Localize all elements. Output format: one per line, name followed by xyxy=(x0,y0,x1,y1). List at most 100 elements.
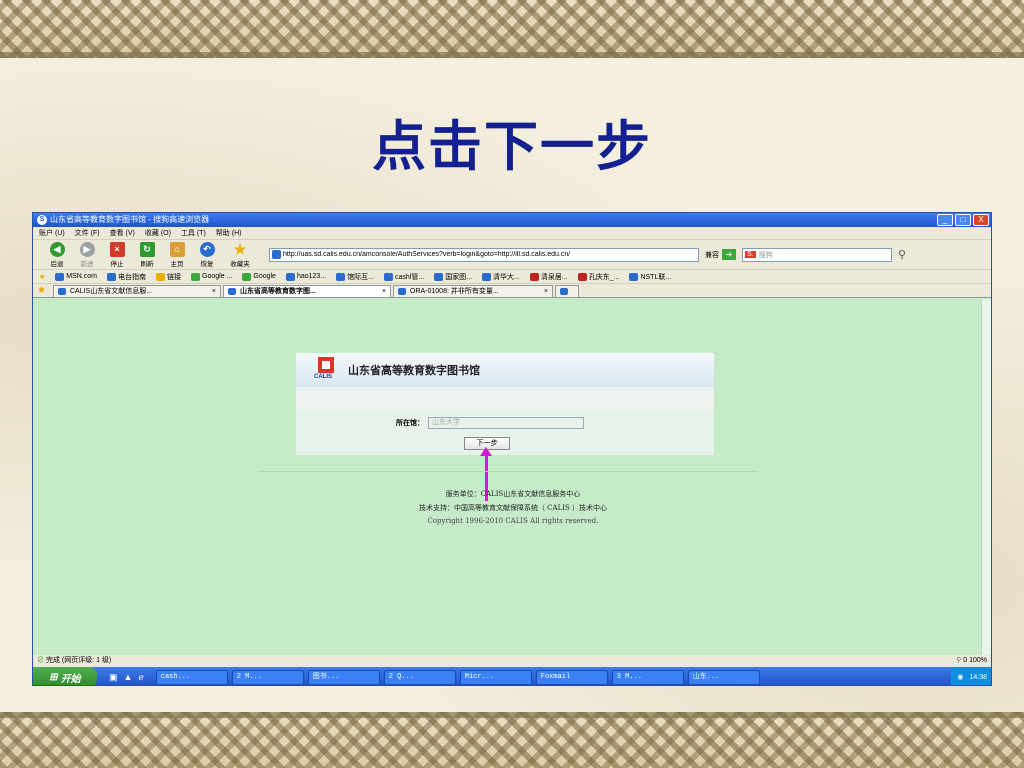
status-text: ⊘ 完成 (网页评级: 1 级) xyxy=(37,657,112,664)
tab-label: ORA-01008: 并非所有变量... xyxy=(410,288,499,295)
sogou-browser-icon: S xyxy=(37,215,47,225)
desktop-icon[interactable]: ▣ xyxy=(109,672,118,683)
quick-launch: ▣ ▲ ℯ xyxy=(101,672,152,683)
zoom-icon[interactable]: ⚲ xyxy=(956,657,961,664)
browser-window: S 山东省高等教育数字图书馆 - 搜狗高速浏览器 _ □ X 账户 (U) 文件… xyxy=(32,212,992,686)
fav-item-msn[interactable]: MSN.com xyxy=(55,272,97,281)
tab-digital-library[interactable]: 山东省高等教育数字图... × xyxy=(223,285,391,297)
fav-item-links[interactable]: 链接 xyxy=(156,272,181,282)
task-cashl[interactable]: cash... xyxy=(155,669,228,685)
decorative-bottom-band xyxy=(0,712,1024,768)
clock: 14:38 xyxy=(969,673,987,681)
system-tray: ◉ 14:38 xyxy=(951,667,991,685)
minimize-button[interactable]: _ xyxy=(937,214,953,226)
footer-service-unit: 服务单位：CALIS山东省文献信息服务中心 xyxy=(445,490,581,498)
stop-button[interactable]: × 停止 xyxy=(105,241,129,268)
library-name: 山东省高等教育数字图书馆 xyxy=(348,364,480,377)
slide-title: 点击下一步 xyxy=(372,114,652,178)
fav-item-radio[interactable]: 电台指南 xyxy=(107,272,146,282)
zoom-level: 0 xyxy=(963,657,968,664)
panel-subheader xyxy=(296,387,714,411)
task-shandong[interactable]: 山东... xyxy=(687,669,760,685)
fav-item-google-1[interactable]: Google ... xyxy=(191,272,232,281)
favorites-button[interactable]: ★ 收藏夹 xyxy=(225,240,255,268)
refresh-icon: ↻ xyxy=(139,241,155,257)
search-icon[interactable]: ⚲ xyxy=(898,248,906,261)
tab-favorites-star-icon[interactable]: ★ xyxy=(37,285,51,297)
fav-item-nlc[interactable]: 国家图... xyxy=(434,272,472,282)
task-m2[interactable]: 2 M... xyxy=(231,669,304,685)
task-m3[interactable]: 3 M... xyxy=(611,669,684,685)
compat-mode-toggle[interactable]: 兼容 ➔ xyxy=(705,249,736,260)
app-icon[interactable]: ▲ xyxy=(124,672,133,683)
tab-close-icon[interactable]: × xyxy=(212,286,216,297)
footer-copyright: Copyright 1996-2010 CALIS All rights res… xyxy=(427,517,599,525)
browser-icon[interactable]: ℯ xyxy=(138,672,143,683)
task-foxmail[interactable]: Foxmail xyxy=(535,669,608,685)
tray-icon[interactable]: ◉ xyxy=(957,673,963,681)
menu-favorites[interactable]: 收藏 (O) xyxy=(145,227,171,239)
tab-close-icon[interactable]: × xyxy=(544,286,548,297)
page-icon xyxy=(272,250,281,259)
task-microsoft[interactable]: Micr... xyxy=(459,669,532,685)
status-right: ⚲ 0 100% xyxy=(956,655,987,667)
zoom-percent[interactable]: 100% xyxy=(969,657,987,664)
address-bar[interactable]: http://uas.sd.calis.edu.cn/amconsole/Aut… xyxy=(269,247,699,262)
fav-item-kong[interactable]: 孔庆东_... xyxy=(577,272,619,282)
search-placeholder: 搜狗 xyxy=(758,251,773,259)
forward-arrow-icon: ▶ xyxy=(79,241,95,257)
tab-ora-error[interactable]: ORA-01008: 并非所有变量... × xyxy=(393,285,553,297)
vertical-scrollbar[interactable] xyxy=(981,299,991,655)
library-header: CALIS 山东省高等教育数字图书馆 xyxy=(296,353,714,387)
compat-label: 兼容 xyxy=(705,251,719,259)
tab-label: CALIS山东省文献信息服... xyxy=(70,288,153,295)
stop-label: 停止 xyxy=(110,260,124,268)
fav-item-tsinghua[interactable]: 清华大... xyxy=(482,272,520,282)
library-field[interactable]: 山东大学 xyxy=(428,417,584,429)
page-content: CALIS 山东省高等教育数字图书馆 所在馆： 山东大学 下一步 服务单位：CA… xyxy=(33,299,991,655)
task-library[interactable]: 图书... xyxy=(307,669,380,685)
fav-item-google-2[interactable]: Google xyxy=(242,272,276,281)
menu-tools[interactable]: 工具 (T) xyxy=(181,227,206,239)
start-button[interactable]: ⊞ 开始 xyxy=(33,667,97,685)
menu-account[interactable]: 账户 (U) xyxy=(39,227,65,239)
calis-logo-icon: CALIS xyxy=(314,357,340,383)
fav-item-qingquan[interactable]: 清泉居... xyxy=(529,272,568,282)
restore-icon: ↶ xyxy=(199,241,215,257)
stop-icon: × xyxy=(109,241,125,257)
windows-logo-icon: ⊞ xyxy=(49,671,58,683)
window-controls: _ □ X xyxy=(937,214,989,226)
forward-button[interactable]: ▶ 前进 xyxy=(75,241,99,268)
task-qq[interactable]: 2 Q... xyxy=(383,669,456,685)
login-panel: CALIS 山东省高等教育数字图书馆 所在馆： 山东大学 下一步 xyxy=(296,353,714,455)
new-tab-button[interactable] xyxy=(555,285,579,297)
go-arrow-icon[interactable]: ➔ xyxy=(722,249,736,260)
star-icon: ★ xyxy=(233,240,247,257)
sogou-search-logo: S. xyxy=(745,251,756,258)
fav-item-ill[interactable]: 馆际互... xyxy=(336,272,374,282)
windows-taskbar: ⊞ 开始 ▣ ▲ ℯ cash... 2 M... 图书... 2 Q... M… xyxy=(33,667,991,685)
restore-button[interactable]: ↶ 恢复 xyxy=(195,241,219,268)
menu-bar: 账户 (U) 文件 (F) 查看 (V) 收藏 (O) 工具 (T) 帮助 (H… xyxy=(33,227,991,240)
navigation-toolbar: ◀ 后退 ▶ 前进 × 停止 ↻ 刷新 ⌂ 主页 ↶ 恢复 ★ 收藏夹 http… xyxy=(33,240,991,270)
footer-divider xyxy=(258,471,758,472)
footer-tech-support: 技术支持：中国高等教育文献保障系统（ CALIS ）技术中心 xyxy=(418,504,608,512)
menu-file[interactable]: 文件 (F) xyxy=(75,227,100,239)
menu-view[interactable]: 查看 (V) xyxy=(110,227,135,239)
address-url: http://uas.sd.calis.edu.cn/amconsole/Aut… xyxy=(283,251,571,258)
favorites-bar: ★ MSN.com 电台指南 链接 Google ... Google hao1… xyxy=(33,270,991,284)
fav-item-cashl[interactable]: cashl管... xyxy=(384,272,424,282)
search-box[interactable]: S. 搜狗 xyxy=(742,247,892,262)
back-label: 后退 xyxy=(50,260,64,268)
close-button[interactable]: X xyxy=(973,214,989,226)
tab-calis-shandong[interactable]: CALIS山东省文献信息服... × xyxy=(53,285,221,297)
menu-help[interactable]: 帮助 (H) xyxy=(216,227,242,239)
fav-item-hao123[interactable]: hao123... xyxy=(285,272,326,281)
fav-item-nstl[interactable]: NSTL联... xyxy=(629,272,671,282)
home-button[interactable]: ⌂ 主页 xyxy=(165,241,189,268)
maximize-button[interactable]: □ xyxy=(955,214,971,226)
tab-close-icon[interactable]: × xyxy=(382,286,386,297)
library-select-row: 所在馆： 山东大学 xyxy=(396,417,584,429)
refresh-button[interactable]: ↻ 刷新 xyxy=(135,241,159,268)
back-button[interactable]: ◀ 后退 xyxy=(45,241,69,268)
